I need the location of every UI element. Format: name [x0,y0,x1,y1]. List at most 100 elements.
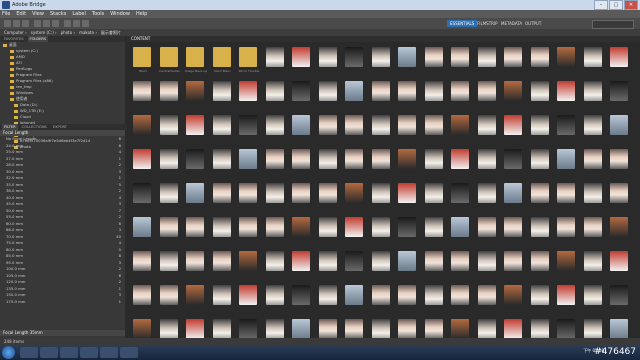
menu-item-help[interactable]: Help [136,10,147,18]
photo-thumbnail[interactable] [422,214,448,247]
photo-thumbnail[interactable] [554,78,580,111]
photo-thumbnail[interactable] [501,146,527,179]
photo-thumbnail[interactable] [475,282,501,315]
photo-thumbnail[interactable] [501,78,527,111]
photo-thumbnail[interactable] [316,112,342,145]
photo-thumbnail[interactable] [395,78,421,111]
breadcrumb-item[interactable]: Computer › [4,29,27,36]
photo-thumbnail[interactable] [263,78,289,111]
tab-folders[interactable]: FOLDERS [27,36,49,42]
photo-thumbnail[interactable] [210,214,236,247]
photo-thumbnail[interactable] [263,146,289,179]
photo-thumbnail[interactable] [289,78,315,111]
photo-thumbnail[interactable] [263,248,289,281]
photo-thumbnail[interactable] [554,282,580,315]
photo-thumbnail[interactable] [289,214,315,247]
menu-item-label[interactable]: Label [72,10,86,18]
photo-thumbnail[interactable] [130,248,156,281]
photo-thumbnail[interactable] [183,282,209,315]
photo-thumbnail[interactable] [316,282,342,315]
photo-thumbnail[interactable] [183,180,209,213]
menu-item-window[interactable]: Window [110,10,130,18]
photo-thumbnail[interactable] [316,214,342,247]
photo-thumbnail[interactable] [210,112,236,145]
photo-thumbnail[interactable] [395,248,421,281]
photo-thumbnail[interactable] [554,214,580,247]
photo-thumbnail[interactable] [607,44,633,77]
folder-thumbnail[interactable]: Bkoll [130,44,156,77]
photo-thumbnail[interactable] [528,214,554,247]
photo-thumbnail[interactable] [422,146,448,179]
photo-thumbnail[interactable] [342,112,368,145]
photo-thumbnail[interactable] [581,248,607,281]
photo-thumbnail[interactable] [369,180,395,213]
photo-thumbnail[interactable] [581,214,607,247]
photo-thumbnail[interactable] [263,282,289,315]
photo-thumbnail[interactable] [289,112,315,145]
photo-thumbnail[interactable] [422,44,448,77]
taskbar-explorer-icon[interactable] [40,347,58,358]
photo-thumbnail[interactable] [210,146,236,179]
photo-thumbnail[interactable] [528,180,554,213]
photo-thumbnail[interactable] [289,146,315,179]
photo-thumbnail[interactable] [157,248,183,281]
photo-thumbnail[interactable] [448,248,474,281]
photo-thumbnail[interactable] [289,282,315,315]
photo-thumbnail[interactable] [581,180,607,213]
filter-row[interactable]: 175.0 mm 1 [0,299,125,306]
photo-thumbnail[interactable] [528,248,554,281]
photo-thumbnail[interactable] [236,214,262,247]
photo-thumbnail[interactable] [607,180,633,213]
photo-thumbnail[interactable] [395,44,421,77]
photo-thumbnail[interactable] [448,146,474,179]
photo-thumbnail[interactable] [448,282,474,315]
photo-thumbnail[interactable] [448,214,474,247]
taskbar-chrome-icon[interactable] [100,347,118,358]
photo-thumbnail[interactable] [395,112,421,145]
photo-thumbnail[interactable] [263,112,289,145]
photo-thumbnail[interactable] [448,112,474,145]
breadcrumb-item[interactable]: 展示會照片 [101,29,121,36]
photo-thumbnail[interactable] [369,214,395,247]
photo-thumbnail[interactable] [501,248,527,281]
delete-icon[interactable] [82,20,89,27]
minimize-button[interactable]: – [594,0,608,10]
photo-thumbnail[interactable] [448,78,474,111]
photo-thumbnail[interactable] [448,180,474,213]
photo-thumbnail[interactable] [528,78,554,111]
photo-thumbnail[interactable] [183,112,209,145]
photo-thumbnail[interactable] [554,146,580,179]
photo-thumbnail[interactable] [210,180,236,213]
photo-thumbnail[interactable] [157,112,183,145]
photo-thumbnail[interactable] [475,248,501,281]
photo-thumbnail[interactable] [607,112,633,145]
photo-thumbnail[interactable] [210,282,236,315]
photo-thumbnail[interactable] [554,180,580,213]
photo-thumbnail[interactable] [316,180,342,213]
photo-thumbnail[interactable] [448,44,474,77]
taskbar-bridge-icon[interactable] [80,347,98,358]
photo-thumbnail[interactable] [316,78,342,111]
photo-thumbnail[interactable] [395,180,421,213]
photo-thumbnail[interactable] [263,180,289,213]
photo-thumbnail[interactable] [395,146,421,179]
photo-thumbnail[interactable] [475,44,501,77]
forward-icon[interactable] [13,20,20,27]
photo-thumbnail[interactable] [316,146,342,179]
taskbar-photoshop-icon[interactable] [120,347,138,358]
photo-thumbnail[interactable] [236,248,262,281]
breadcrumb-item[interactable]: system (C:) › [31,29,57,36]
photo-thumbnail[interactable] [236,146,262,179]
photo-thumbnail[interactable] [369,112,395,145]
photo-thumbnail[interactable] [130,282,156,315]
workspace-output[interactable]: OUTPUT [522,20,544,27]
open-recent-icon[interactable] [52,20,59,27]
photo-thumbnail[interactable] [130,214,156,247]
photo-thumbnail[interactable] [422,248,448,281]
photo-thumbnail[interactable] [475,180,501,213]
photo-thumbnail[interactable] [554,248,580,281]
photo-thumbnail[interactable] [342,78,368,111]
photo-thumbnail[interactable] [263,44,289,77]
photo-thumbnail[interactable] [316,248,342,281]
photo-thumbnail[interactable] [369,282,395,315]
